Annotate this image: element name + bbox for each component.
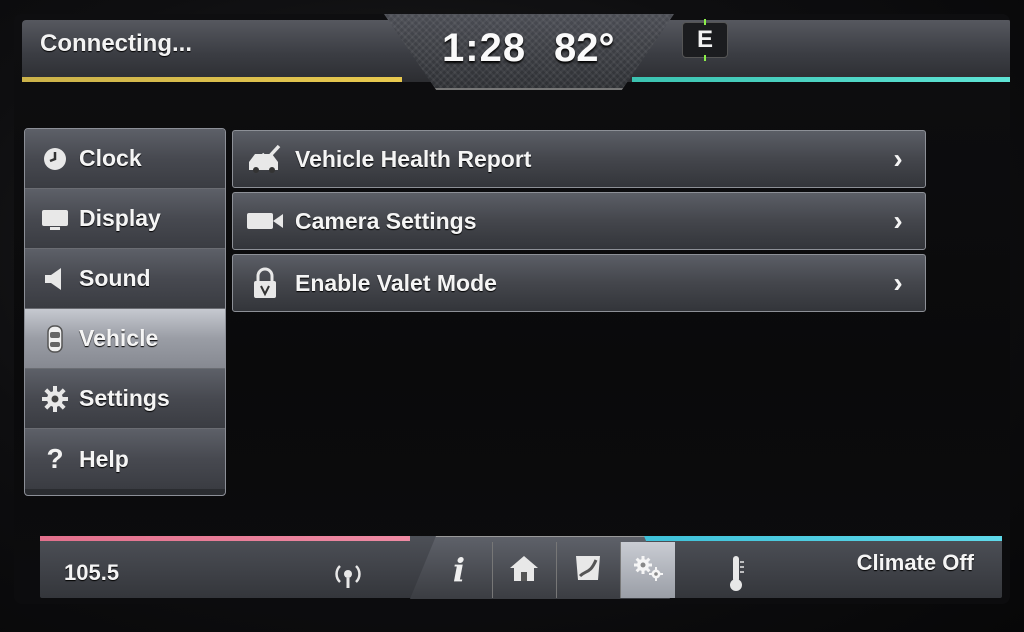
clock-icon: [41, 145, 69, 173]
menu-item-label: Help: [79, 445, 129, 472]
home-icon: [507, 553, 541, 588]
menu-item-sound[interactable]: Sound: [25, 249, 225, 309]
chevron-right-icon: ›: [893, 205, 903, 236]
menu-item-label: Settings: [79, 385, 170, 411]
health-report-icon: [245, 143, 285, 175]
menu-item-label: Clock: [79, 145, 142, 171]
tab-info[interactable]: i: [428, 542, 490, 598]
menu-item-display[interactable]: Display: [25, 189, 225, 249]
menu-item-clock[interactable]: Clock: [25, 129, 225, 189]
climate-status[interactable]: Climate Off: [857, 550, 974, 576]
menu-item-vehicle[interactable]: Vehicle: [25, 309, 225, 369]
outside-temperature: 82°: [554, 26, 615, 70]
speaker-icon: [41, 265, 69, 293]
status-accent-left: [22, 77, 402, 82]
thermometer-icon[interactable]: [726, 554, 746, 592]
gear-icon: [41, 385, 69, 413]
main-nav-tabs: i: [388, 536, 692, 599]
compass-needle-icon: [704, 19, 706, 25]
touch-screen: Connecting... 1:28 82° E Clock Display S…: [14, 14, 1010, 604]
car-icon: [41, 324, 69, 353]
list-item-label: Vehicle Health Report: [295, 145, 532, 172]
gears-icon: [631, 553, 665, 588]
list-item-label: Enable Valet Mode: [295, 269, 497, 296]
info-icon: i: [452, 551, 466, 589]
display-icon: [41, 205, 69, 233]
list-item-camera-settings[interactable]: Camera Settings ›: [232, 192, 926, 250]
tab-home[interactable]: [492, 542, 555, 598]
bottom-accent-left: [40, 536, 410, 541]
compass-letter: E: [696, 26, 713, 53]
lock-icon: [245, 267, 285, 299]
menu-item-label: Display: [79, 205, 161, 231]
bottom-bar: 105.5 i Climate Off: [40, 536, 1002, 599]
map-icon: [572, 552, 604, 589]
settings-category-menu: Clock Display Sound Vehicle Settings ? H…: [24, 128, 226, 496]
phone-status-text: Connecting...: [40, 30, 192, 57]
status-accent-right: [632, 77, 1010, 82]
compass-heading: E: [682, 19, 728, 61]
menu-item-label: Vehicle: [79, 325, 159, 351]
tab-settings[interactable]: [620, 542, 675, 598]
clock-time: 1:28: [442, 26, 527, 70]
radio-frequency[interactable]: 105.5: [64, 560, 119, 586]
menu-item-settings[interactable]: Settings: [25, 369, 225, 429]
camera-icon: [245, 205, 285, 237]
radio-signal-icon[interactable]: [330, 558, 366, 590]
menu-item-help[interactable]: ? Help: [25, 429, 225, 489]
list-item-enable-valet-mode[interactable]: Enable Valet Mode ›: [232, 254, 926, 312]
menu-item-label: Sound: [79, 265, 151, 291]
chevron-right-icon: ›: [893, 143, 903, 174]
list-item-label: Camera Settings: [295, 207, 477, 234]
list-item-vehicle-health-report[interactable]: Vehicle Health Report ›: [232, 130, 926, 188]
chevron-right-icon: ›: [893, 267, 903, 298]
tab-navigation[interactable]: [556, 542, 619, 598]
question-icon: ?: [46, 443, 64, 474]
